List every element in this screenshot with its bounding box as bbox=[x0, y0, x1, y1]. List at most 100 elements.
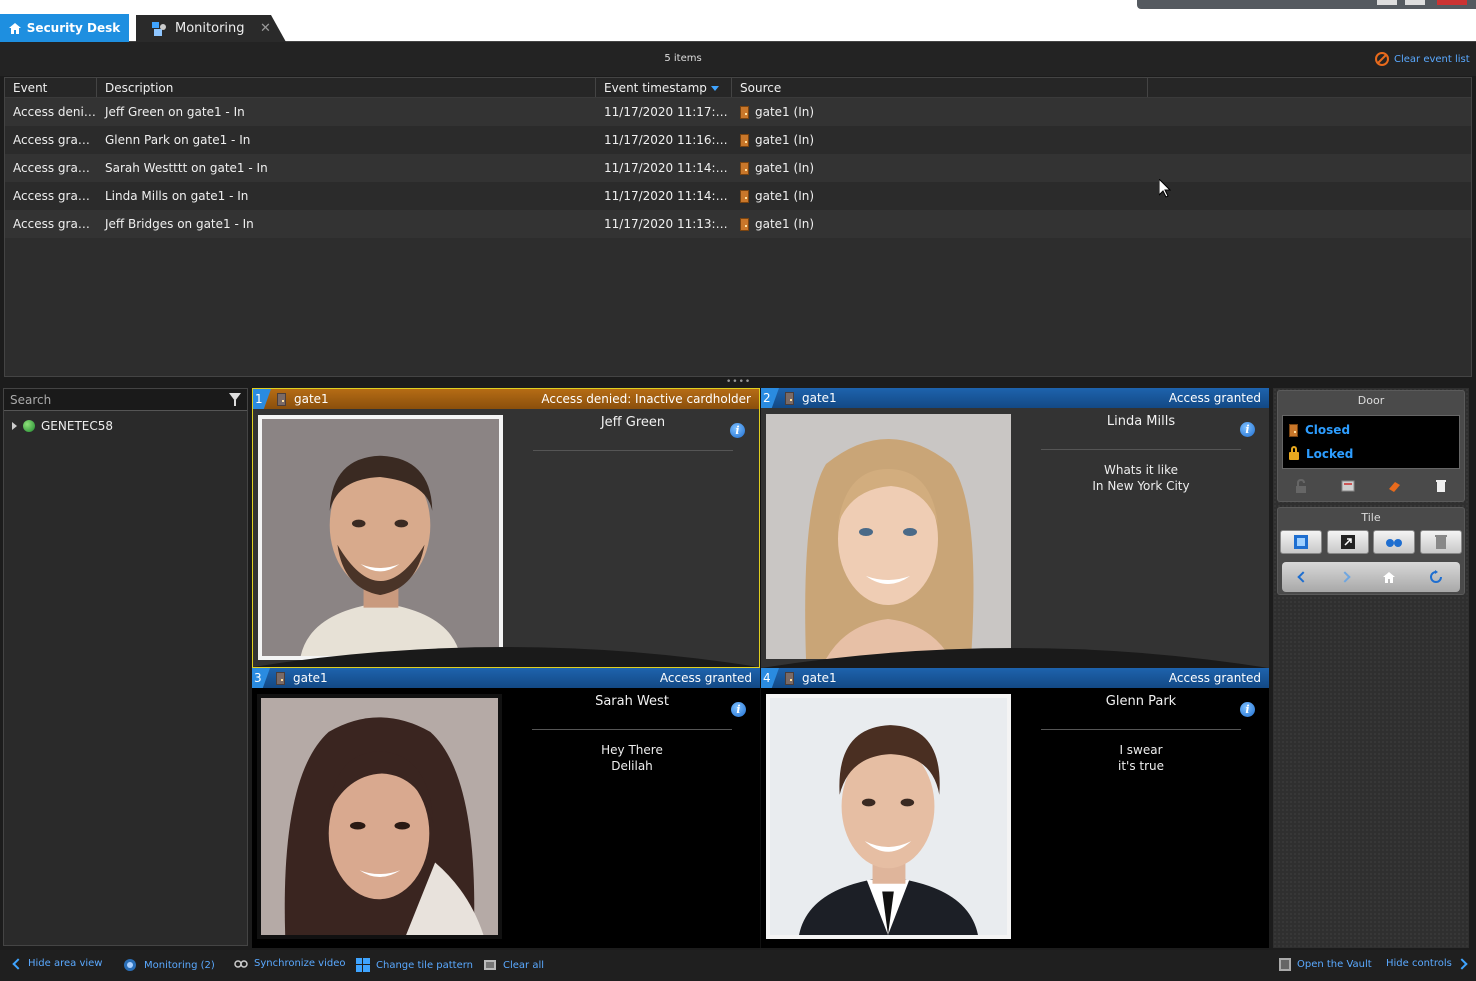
tile-1[interactable]: 1 gate1 Access denied: Inactive cardhold… bbox=[252, 388, 760, 668]
table-row[interactable]: Access granted Linda Mills on gate1 - In… bbox=[5, 182, 1471, 210]
table-row[interactable]: Access granted Jeff Bridges on gate1 - I… bbox=[5, 210, 1471, 238]
column-header-timestamp[interactable]: Event timestamp bbox=[596, 78, 732, 97]
open-vault-button[interactable]: Open the Vault bbox=[1279, 958, 1372, 971]
close-icon[interactable]: ✕ bbox=[260, 21, 271, 36]
source-cell: gate1 (In) bbox=[732, 217, 1148, 231]
door-state-locked: Locked bbox=[1283, 442, 1459, 466]
source-label: gate1 (In) bbox=[755, 161, 815, 175]
tile-3[interactable]: 3 gate1 Access granted Sarah West Hey Th… bbox=[252, 668, 760, 948]
controls-panel: Door Closed Locked Tile bbox=[1273, 388, 1469, 948]
eraser-icon[interactable] bbox=[1387, 479, 1401, 493]
info-icon[interactable]: i bbox=[730, 423, 745, 438]
tile-status: Access granted bbox=[659, 671, 752, 685]
tile-gate-label: gate1 bbox=[293, 671, 328, 685]
home-icon[interactable] bbox=[1383, 571, 1395, 583]
table-row[interactable]: Access granted Glenn Park on gate1 - In … bbox=[5, 126, 1471, 154]
next-icon[interactable] bbox=[1339, 571, 1351, 583]
hide-area-view-button[interactable]: Hide area view bbox=[12, 957, 103, 970]
tile-number: 4 bbox=[761, 668, 779, 688]
column-header-source[interactable]: Source bbox=[732, 78, 1148, 97]
cardholder-name: Glenn Park bbox=[1105, 694, 1177, 709]
door-state-display: Closed Locked bbox=[1282, 415, 1460, 469]
info-icon[interactable]: i bbox=[1240, 422, 1255, 437]
clear-tile-button[interactable] bbox=[1419, 530, 1462, 554]
portrait-man-icon bbox=[770, 698, 1007, 935]
monitoring-button[interactable]: Monitoring (2) bbox=[122, 958, 215, 972]
mouse-pointer-icon bbox=[1159, 179, 1171, 198]
tile-swoosh bbox=[253, 647, 759, 667]
panel-splitter[interactable]: •••• bbox=[726, 378, 750, 387]
table-header: Event Description Event timestamp Source bbox=[5, 78, 1471, 98]
sort-descending-icon bbox=[710, 86, 719, 91]
source-label: gate1 (In) bbox=[755, 133, 815, 147]
source-label: gate1 (In) bbox=[755, 189, 815, 203]
info-icon[interactable]: i bbox=[1240, 702, 1255, 717]
table-row[interactable]: Access granted Sarah Westttt on gate1 - … bbox=[5, 154, 1471, 182]
tile-swoosh bbox=[761, 648, 1269, 668]
change-tile-pattern-label: Change tile pattern bbox=[376, 959, 474, 971]
cardholder-name: Linda Mills bbox=[1106, 414, 1176, 429]
column-header-description[interactable]: Description bbox=[97, 78, 596, 97]
clear-tile-icon bbox=[1434, 535, 1447, 549]
filter-icon[interactable] bbox=[229, 393, 241, 406]
tab-strip: Security Desk Monitoring ✕ bbox=[0, 0, 1476, 42]
tile-number: 2 bbox=[761, 388, 779, 408]
door-icon bbox=[1289, 423, 1298, 437]
search-input[interactable] bbox=[4, 389, 219, 411]
description-cell: Sarah Westttt on gate1 - In bbox=[105, 161, 268, 175]
event-cell: Access granted bbox=[13, 217, 97, 231]
tile-header: 1 gate1 Access denied: Inactive cardhold… bbox=[253, 389, 759, 409]
door-state-locked-label: Locked bbox=[1306, 447, 1354, 461]
lock-icon bbox=[1289, 446, 1299, 460]
synchronize-video-button[interactable]: Synchronize video bbox=[234, 958, 345, 969]
previous-icon[interactable] bbox=[1297, 571, 1309, 583]
card-reader-icon[interactable] bbox=[1341, 479, 1355, 493]
cardholder-description-line-2: it's true bbox=[1117, 759, 1165, 773]
table-row[interactable]: Access denie... Jeff Green on gate1 - In… bbox=[5, 98, 1471, 126]
door-controls-title: Door bbox=[1357, 394, 1385, 407]
event-table: Event Description Event timestamp Source… bbox=[4, 77, 1472, 377]
column-header-event[interactable]: Event bbox=[5, 78, 97, 97]
cardholder-photo bbox=[257, 694, 502, 939]
cardholder-info: Sarah West Hey There Delilah bbox=[522, 694, 742, 774]
hide-area-view-label: Hide area view bbox=[28, 958, 103, 969]
portrait-man-icon bbox=[262, 419, 499, 656]
info-icon[interactable]: i bbox=[731, 702, 746, 717]
expand-arrow-icon[interactable] bbox=[12, 422, 17, 430]
clear-event-list-label: Clear event list bbox=[1394, 53, 1470, 65]
chevron-left-icon bbox=[12, 957, 24, 970]
tile-binoculars-button[interactable] bbox=[1373, 530, 1416, 554]
maximize-tile-button[interactable] bbox=[1280, 530, 1323, 554]
tile-4[interactable]: 4 gate1 Access granted Glenn Park I swea… bbox=[761, 668, 1269, 948]
door-icon bbox=[277, 392, 286, 406]
refresh-icon[interactable] bbox=[1429, 570, 1443, 584]
timestamp-cell: 11/17/2020 11:16:20... bbox=[604, 133, 732, 147]
description-cell: Linda Mills on gate1 - In bbox=[105, 189, 249, 203]
tab-security-desk[interactable]: Security Desk bbox=[0, 14, 129, 42]
tab-label: Monitoring bbox=[175, 21, 245, 36]
divider bbox=[532, 729, 732, 730]
clear-all-button[interactable]: Clear all bbox=[483, 958, 544, 972]
cardholder-name: Sarah West bbox=[595, 694, 669, 709]
event-cell: Access granted bbox=[13, 133, 97, 147]
tile-status: Access granted bbox=[1168, 671, 1261, 685]
door-controls: Door Closed Locked bbox=[1277, 390, 1465, 502]
bottom-toolbar: Hide area view Monitoring (2) Synchroniz… bbox=[0, 950, 1476, 981]
cardholder-info: Linda Mills Whats it like In New York Ci… bbox=[1031, 414, 1251, 494]
change-tile-pattern-button[interactable]: Change tile pattern bbox=[356, 958, 473, 972]
home-icon bbox=[8, 22, 21, 34]
binoculars-icon bbox=[1386, 539, 1403, 547]
open-in-window-button[interactable] bbox=[1326, 530, 1369, 554]
cardholder-photo bbox=[766, 414, 1011, 659]
tile-2[interactable]: 2 gate1 Access granted Linda Mills Whats… bbox=[761, 388, 1269, 668]
tree-item-root[interactable]: GENETEC58 bbox=[12, 419, 113, 433]
clear-event-list-button[interactable]: Clear event list bbox=[1375, 52, 1470, 66]
tab-monitoring[interactable]: Monitoring ✕ bbox=[136, 15, 286, 42]
external-window-icon bbox=[1340, 535, 1355, 549]
timestamp-cell: 11/17/2020 11:14:01... bbox=[604, 189, 732, 203]
cardholder-info: Jeff Green bbox=[523, 415, 743, 463]
hide-controls-button[interactable]: Hide controls bbox=[1386, 957, 1468, 970]
source-cell: gate1 (In) bbox=[732, 133, 1148, 147]
delete-icon[interactable] bbox=[1434, 479, 1448, 493]
unlock-icon[interactable] bbox=[1294, 479, 1308, 493]
